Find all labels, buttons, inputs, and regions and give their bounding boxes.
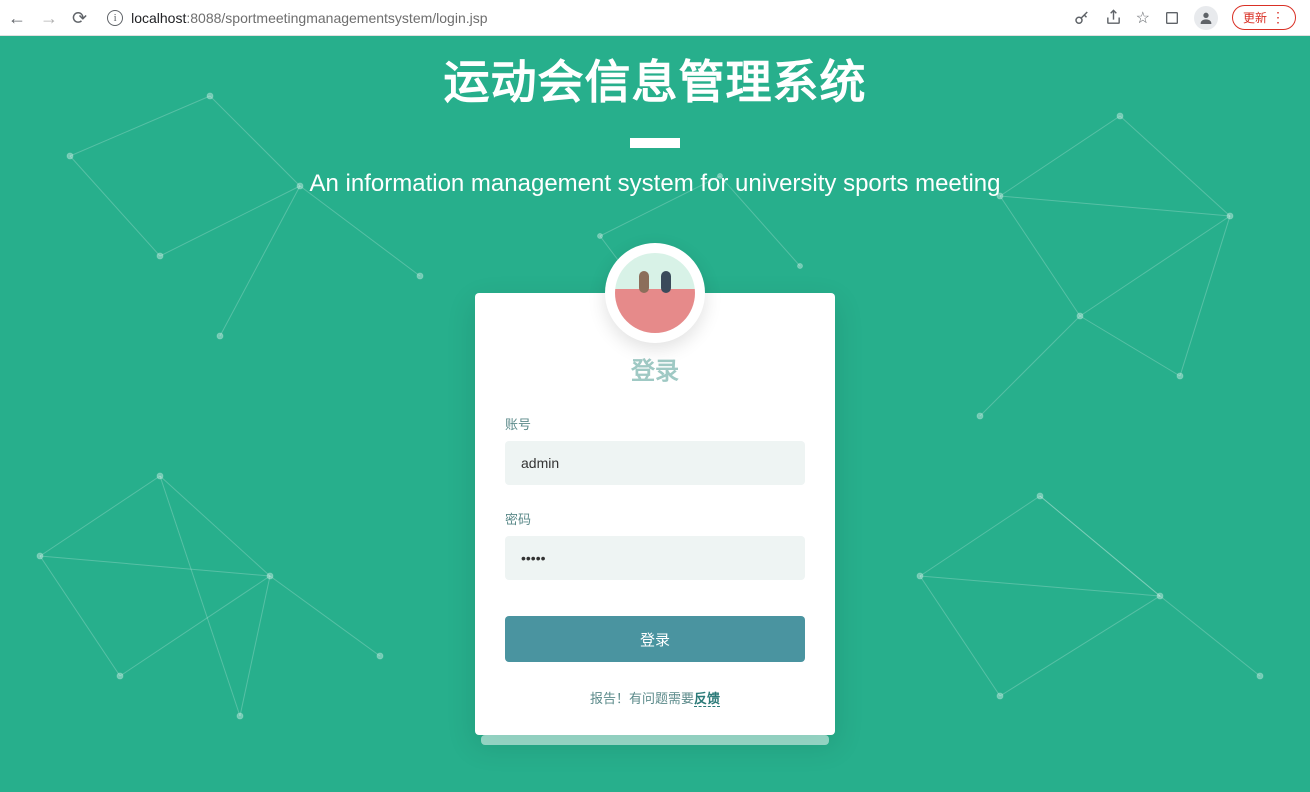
card-shadow-decoration [481, 735, 829, 745]
reload-button[interactable]: ⟳ [72, 9, 87, 27]
forward-button[interactable]: → [40, 9, 58, 27]
url-text: localhost:8088/sportmeetingmanagementsys… [131, 10, 487, 26]
profile-avatar-icon[interactable] [1194, 6, 1218, 30]
page-title: 运动会信息管理系统 [0, 46, 1310, 112]
share-icon[interactable] [1105, 9, 1122, 26]
page-body: 运动会信息管理系统 An information management syst… [0, 36, 1310, 792]
login-submit-button[interactable]: 登录 [505, 616, 805, 662]
login-avatar [605, 243, 705, 343]
extensions-icon[interactable] [1164, 10, 1180, 26]
hero-section: 运动会信息管理系统 An information management syst… [0, 36, 1310, 198]
title-divider [630, 138, 680, 148]
feedback-link[interactable]: 反馈 [694, 691, 720, 707]
site-info-icon[interactable]: i [107, 10, 123, 26]
menu-dots-icon: ⋮ [1271, 9, 1285, 26]
browser-toolbar: ← → ⟳ i localhost:8088/sportmeetingmanag… [0, 0, 1310, 36]
browser-update-button[interactable]: 更新 ⋮ [1232, 5, 1296, 30]
nav-controls: ← → ⟳ [8, 9, 87, 27]
key-icon[interactable] [1073, 9, 1091, 27]
runner-illustration-icon [615, 253, 695, 333]
url-host: localhost [131, 10, 186, 26]
username-input[interactable] [505, 441, 805, 485]
back-button[interactable]: ← [8, 9, 26, 27]
bookmark-star-icon[interactable]: ☆ [1136, 8, 1150, 28]
feedback-row: 报告！有问题需要反馈 [505, 688, 805, 707]
password-group: 密码 [505, 509, 805, 580]
login-title: 登录 [505, 351, 805, 386]
password-label: 密码 [505, 509, 805, 528]
toolbar-right: ☆ 更新 ⋮ [1073, 5, 1302, 30]
password-input[interactable] [505, 536, 805, 580]
address-bar[interactable]: i localhost:8088/sportmeetingmanagements… [95, 4, 1065, 32]
username-label: 账号 [505, 414, 805, 433]
url-path: :8088/sportmeetingmanagementsystem/login… [186, 10, 487, 26]
page-subtitle: An information management system for uni… [0, 170, 1310, 198]
username-group: 账号 [505, 414, 805, 485]
feedback-prefix: 报告！有问题需要 [590, 691, 694, 706]
update-label: 更新 [1243, 9, 1267, 26]
login-card: 登录 账号 密码 登录 报告！有问题需要反馈 [475, 293, 835, 735]
